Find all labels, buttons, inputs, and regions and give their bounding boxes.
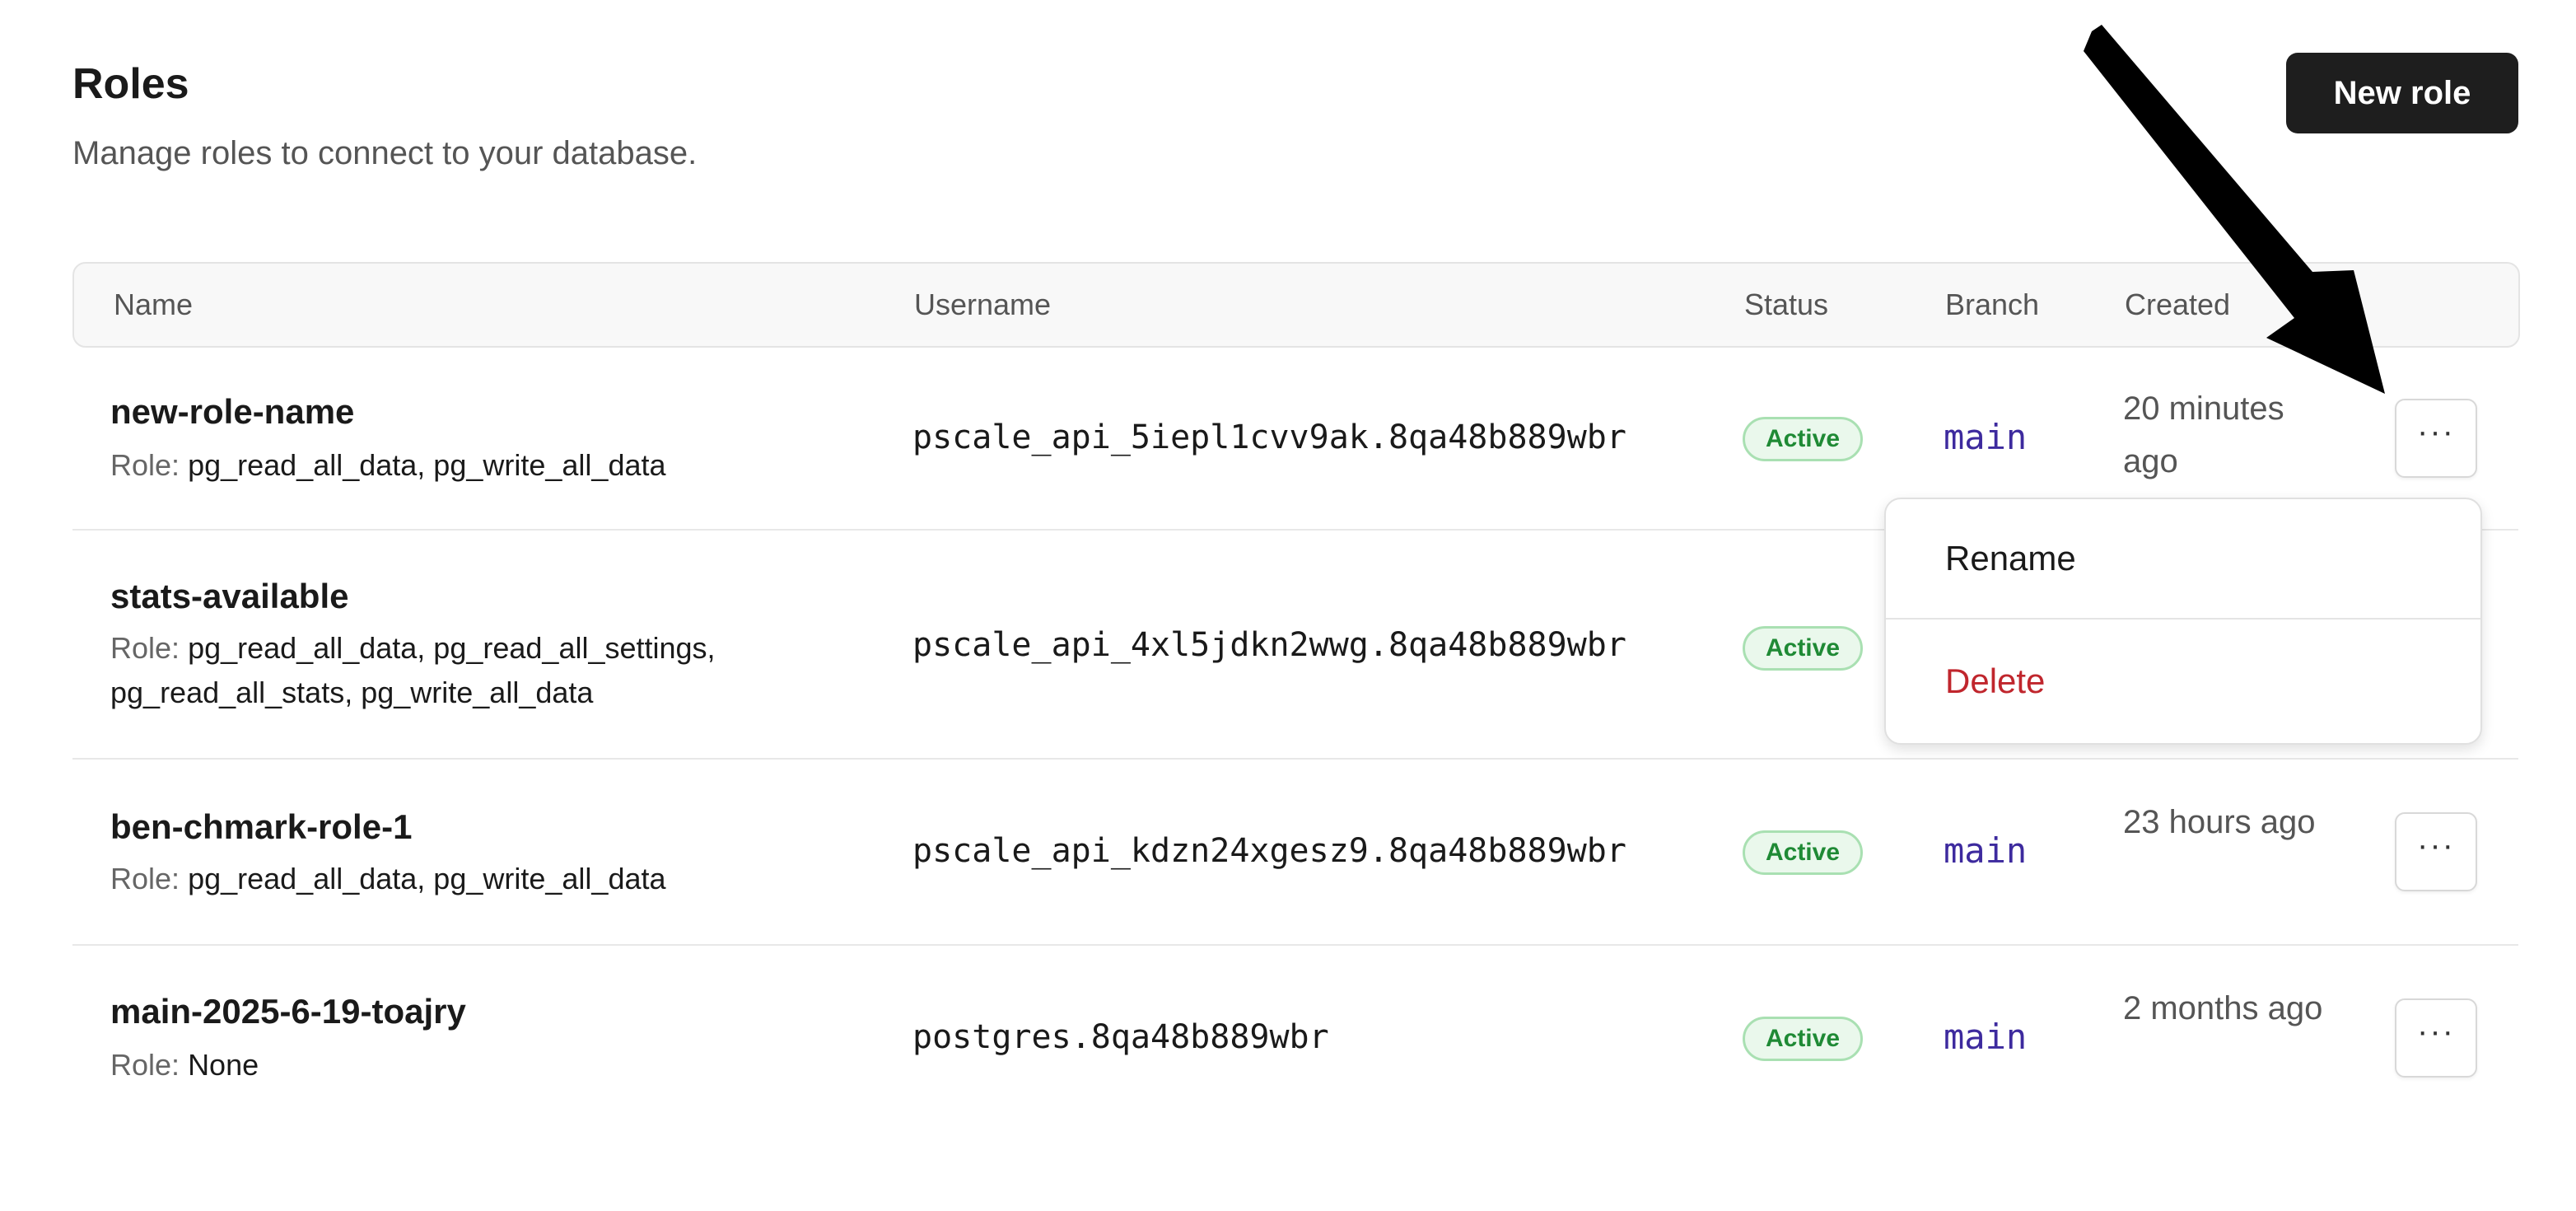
table-header: Name Username Status Branch Created	[72, 262, 2520, 348]
row-actions-menu: Rename Delete	[1884, 498, 2482, 745]
status-badge: Active	[1743, 1017, 1863, 1061]
role-name: main-2025-6-19-toajry	[110, 992, 466, 1031]
role-name: new-role-name	[110, 392, 355, 431]
column-header-username: Username	[914, 288, 1052, 321]
page-subtitle: Manage roles to connect to your database…	[72, 135, 698, 171]
rename-menu-item[interactable]: Rename	[1886, 499, 2480, 620]
column-header-created: Created	[2125, 288, 2231, 321]
role-label: Role:	[110, 862, 180, 895]
ellipsis-icon: ···	[2417, 413, 2455, 450]
roles-page: Roles Manage roles to connect to your da…	[0, 0, 2576, 1211]
role-name: stats-available	[110, 577, 349, 615]
status-badge: Active	[1743, 626, 1863, 671]
row-actions-button[interactable]: ···	[2395, 399, 2477, 478]
table-row: ben-chmark-role-1 Role: pg_read_all_data…	[72, 760, 2518, 946]
created-time: 20 minutes ago	[2123, 390, 2284, 479]
username: postgres.8qa48b889wbr	[912, 1018, 1329, 1056]
delete-menu-item[interactable]: Delete	[1886, 621, 2480, 741]
row-actions-button[interactable]: ···	[2395, 998, 2477, 1078]
created-time: 23 hours ago	[2123, 804, 2316, 840]
status-badge: Active	[1743, 417, 1863, 461]
column-header-branch: Branch	[1945, 288, 2040, 321]
role-description: Role: pg_read_all_data, pg_write_all_dat…	[110, 443, 868, 488]
role-list: pg_read_all_data, pg_write_all_data	[188, 862, 666, 895]
role-description: Role: pg_read_all_data, pg_read_all_sett…	[110, 626, 868, 715]
role-list: pg_read_all_data, pg_read_all_settings, …	[110, 631, 716, 709]
created-time: 2 months ago	[2123, 990, 2323, 1026]
ellipsis-icon: ···	[2417, 1012, 2455, 1050]
username: pscale_api_5iepl1cvv9ak.8qa48b889wbr	[912, 418, 1626, 456]
username: pscale_api_kdzn24xgesz9.8qa48b889wbr	[912, 832, 1626, 870]
role-label: Role:	[110, 1048, 180, 1082]
role-list: None	[188, 1048, 259, 1082]
role-description: Role: pg_read_all_data, pg_write_all_dat…	[110, 857, 868, 901]
branch-link[interactable]: main	[1944, 417, 2027, 457]
branch-link[interactable]: main	[1944, 1017, 2027, 1057]
role-label: Role:	[110, 448, 180, 482]
role-description: Role: None	[110, 1043, 868, 1087]
branch-link[interactable]: main	[1944, 830, 2027, 871]
ellipsis-icon: ···	[2417, 826, 2455, 863]
page-title: Roles	[72, 60, 189, 108]
username: pscale_api_4xl5jdkn2wwg.8qa48b889wbr	[912, 626, 1626, 664]
table-row: main-2025-6-19-toajry Role: None postgre…	[72, 946, 2518, 1129]
status-badge: Active	[1743, 830, 1863, 875]
column-header-status: Status	[1744, 288, 1829, 321]
row-actions-button[interactable]: ···	[2395, 812, 2477, 891]
new-role-button[interactable]: New role	[2286, 53, 2518, 133]
role-label: Role:	[110, 631, 180, 665]
role-name: ben-chmark-role-1	[110, 807, 413, 846]
column-header-name: Name	[114, 288, 194, 321]
role-list: pg_read_all_data, pg_write_all_data	[188, 448, 666, 482]
